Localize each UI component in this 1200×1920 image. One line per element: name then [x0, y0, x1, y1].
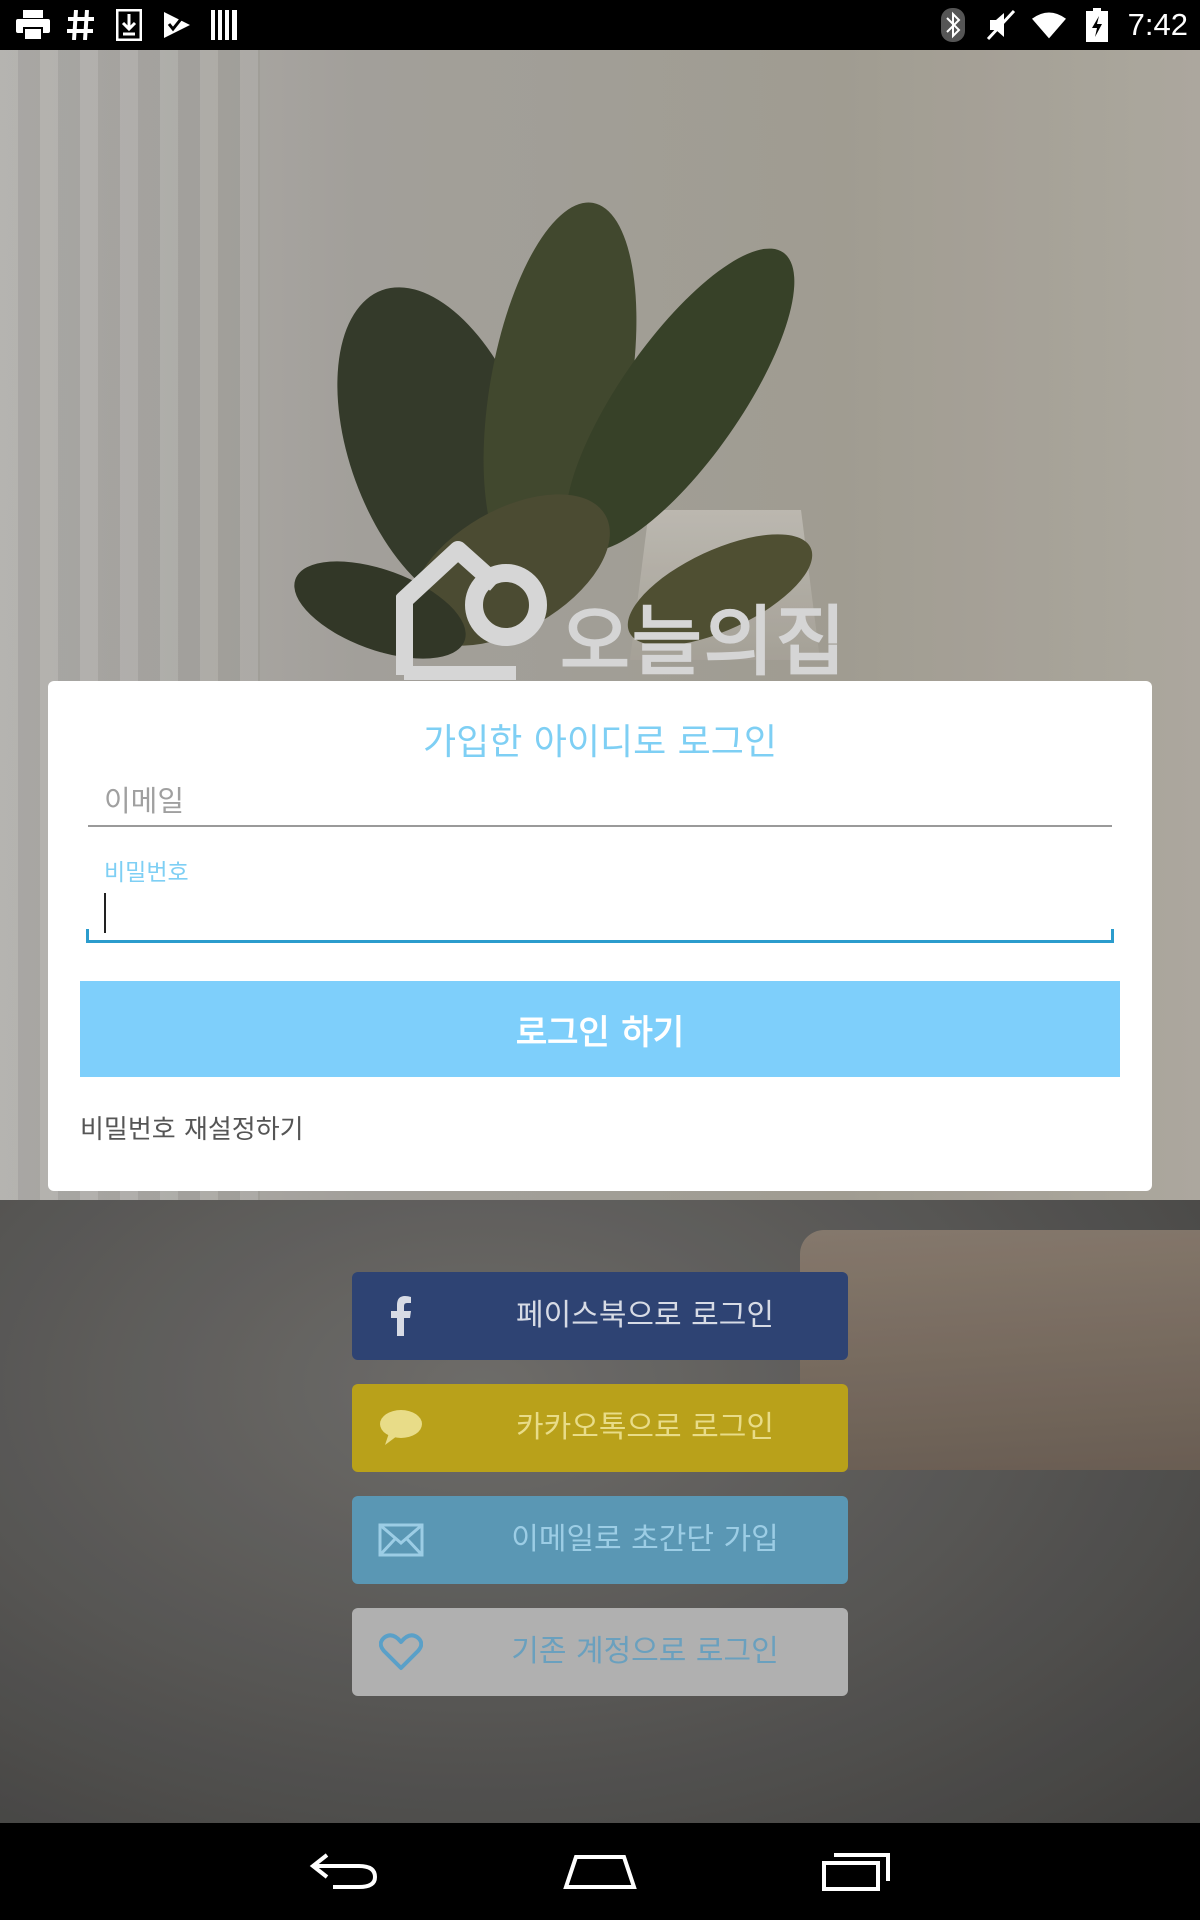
kakao-login-label: 카카오톡으로 로그인: [516, 1410, 774, 1445]
facebook-icon: [376, 1292, 426, 1340]
kakao-login-button[interactable]: 카카오톡으로 로그인: [352, 1384, 848, 1472]
password-label: 비밀번호: [104, 860, 189, 886]
barcode-icon: [208, 8, 242, 42]
field-corner-right: [1111, 929, 1114, 943]
recents-icon[interactable]: [816, 1845, 896, 1897]
printer-icon: [16, 8, 50, 42]
facebook-login-label: 페이스북으로 로그인: [516, 1298, 774, 1333]
hash-icon: [64, 8, 98, 42]
password-field[interactable]: [86, 887, 1114, 943]
email-field[interactable]: [88, 777, 1112, 827]
existing-account-label: 기존 계정으로 로그인: [511, 1634, 779, 1669]
field-corner-left: [86, 929, 89, 943]
download-icon: [112, 8, 146, 42]
existing-account-button[interactable]: 기존 계정으로 로그인: [352, 1608, 848, 1696]
email-signup-button[interactable]: 이메일로 초간단 가입: [352, 1496, 848, 1584]
wifi-icon: [1031, 8, 1066, 42]
envelope-icon: [376, 1516, 426, 1564]
back-icon[interactable]: [304, 1845, 384, 1897]
login-card-title: 가입한 아이디로 로그인: [422, 722, 778, 763]
clock: 7:42: [1127, 7, 1188, 42]
login-button[interactable]: 로그인 하기: [80, 981, 1120, 1077]
text-cursor: [104, 893, 106, 933]
reset-password-link[interactable]: 비밀번호 재설정하기: [80, 1109, 304, 1146]
system-icons: 7:42: [936, 6, 1188, 44]
speech-bubble-icon: [376, 1404, 426, 1452]
facebook-login-button[interactable]: 페이스북으로 로그인: [352, 1272, 848, 1360]
email-signup-label: 이메일로 초간단 가입: [511, 1522, 779, 1557]
navigation-bar: [0, 1823, 1200, 1920]
status-bar: 7:42: [0, 0, 1200, 50]
app-logo-text: 오늘의집: [560, 597, 848, 686]
home-icon[interactable]: [560, 1845, 640, 1897]
login-card: 가입한 아이디로 로그인 비밀번호 로그인 하기 비밀번호 재설정하기: [48, 681, 1152, 1191]
battery-charging-icon: [1080, 8, 1114, 42]
check-flag-icon: [160, 8, 194, 42]
muted-icon: [984, 8, 1018, 42]
notification-icons: [16, 8, 242, 42]
heart-icon: [376, 1628, 426, 1676]
bluetooth-icon: [936, 8, 970, 42]
